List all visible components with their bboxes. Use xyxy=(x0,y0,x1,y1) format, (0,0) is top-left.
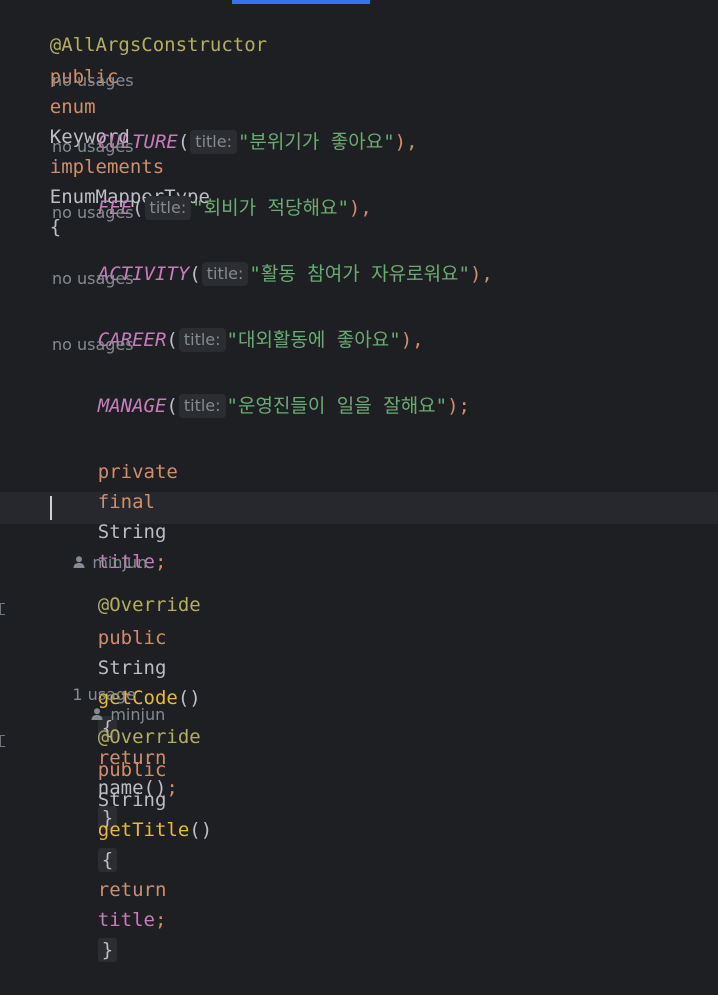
enum-constant-value: "회비가 적당해요" xyxy=(192,197,349,219)
enum-constant-value: "운영진들이 일을 잘해요" xyxy=(226,395,448,417)
keyword-final: final xyxy=(97,491,155,513)
method-getcode-line: public String getCode() { return name();… xyxy=(52,593,201,830)
code-line-override: @Override xyxy=(52,692,201,748)
fold-marker[interactable] xyxy=(0,603,5,615)
return-expression: title xyxy=(97,909,155,931)
enum-constant-value: "분위기가 좋아요" xyxy=(237,131,395,153)
parameter-hint: title: xyxy=(144,196,192,220)
keyword-return: return xyxy=(97,879,167,901)
parameter-hint: title: xyxy=(190,130,237,154)
usage-hint[interactable]: no usages xyxy=(52,269,134,289)
enum-constant-line: FEE(title: "회비가 적당해요"), xyxy=(97,196,372,220)
text-caret xyxy=(50,496,52,520)
method-name: getTitle xyxy=(97,819,190,841)
enum-constant-line: ACTIVITY(title: "활동 참여가 자유로워요"), xyxy=(97,262,493,286)
semicolon: ; xyxy=(154,909,167,931)
keyword-private: private xyxy=(97,461,178,483)
enum-constant-line: CAREER(title: "대외활동에 좋아요"), xyxy=(97,328,424,352)
enum-constant-end: ), xyxy=(469,263,493,285)
return-type: String xyxy=(97,789,167,811)
keyword-public: public xyxy=(97,759,167,781)
usage-hint[interactable]: no usages xyxy=(52,203,134,223)
parameter-hint: title: xyxy=(201,262,249,286)
enum-constant-end: ), xyxy=(348,197,372,219)
code-line-enum-declaration: public enum Keyword implements EnumMappe… xyxy=(4,32,210,238)
code-editor[interactable]: @AllArgsConstructor public enum Keyword … xyxy=(0,0,718,962)
parameter-hint: title: xyxy=(178,328,226,352)
parameter-hint: title: xyxy=(178,394,226,418)
folded-close-brace[interactable]: } xyxy=(97,938,118,962)
field-declaration-line: private final String title; xyxy=(52,427,178,573)
author-hint[interactable]: minjun xyxy=(52,533,147,572)
enum-constant-name: MANAGE xyxy=(97,395,167,417)
fold-marker[interactable] xyxy=(0,735,5,747)
enum-constant-line: CULTURE(title: "분위기가 좋아요"), xyxy=(97,130,418,154)
semicolon: ; xyxy=(166,777,178,799)
usage-hint[interactable]: no usages xyxy=(52,137,134,157)
enum-constant-value: "활동 참여가 자유로워요" xyxy=(249,263,470,285)
method-gettitle-line: public String getTitle() { return title;… xyxy=(52,725,212,962)
folded-open-brace[interactable]: { xyxy=(97,848,118,872)
usage-author-hint[interactable]: 1 usage minjun xyxy=(52,665,165,724)
enum-constant-line: MANAGE(title: "운영진들이 일을 잘해요"); xyxy=(97,394,470,418)
enum-constant-end: ), xyxy=(400,329,424,351)
enum-constant-end: ); xyxy=(447,395,470,417)
usage-hint[interactable]: no usages xyxy=(52,71,134,91)
usage-hint[interactable]: no usages xyxy=(52,335,134,355)
code-line-annotation: @AllArgsConstructor xyxy=(4,0,267,56)
code-line-override: @Override xyxy=(52,560,201,616)
keyword-public: public xyxy=(97,627,167,649)
enum-constant-value: "대외활동에 좋아요" xyxy=(226,329,401,351)
parentheses: () xyxy=(189,819,213,841)
enum-constant-end: ), xyxy=(394,131,418,153)
